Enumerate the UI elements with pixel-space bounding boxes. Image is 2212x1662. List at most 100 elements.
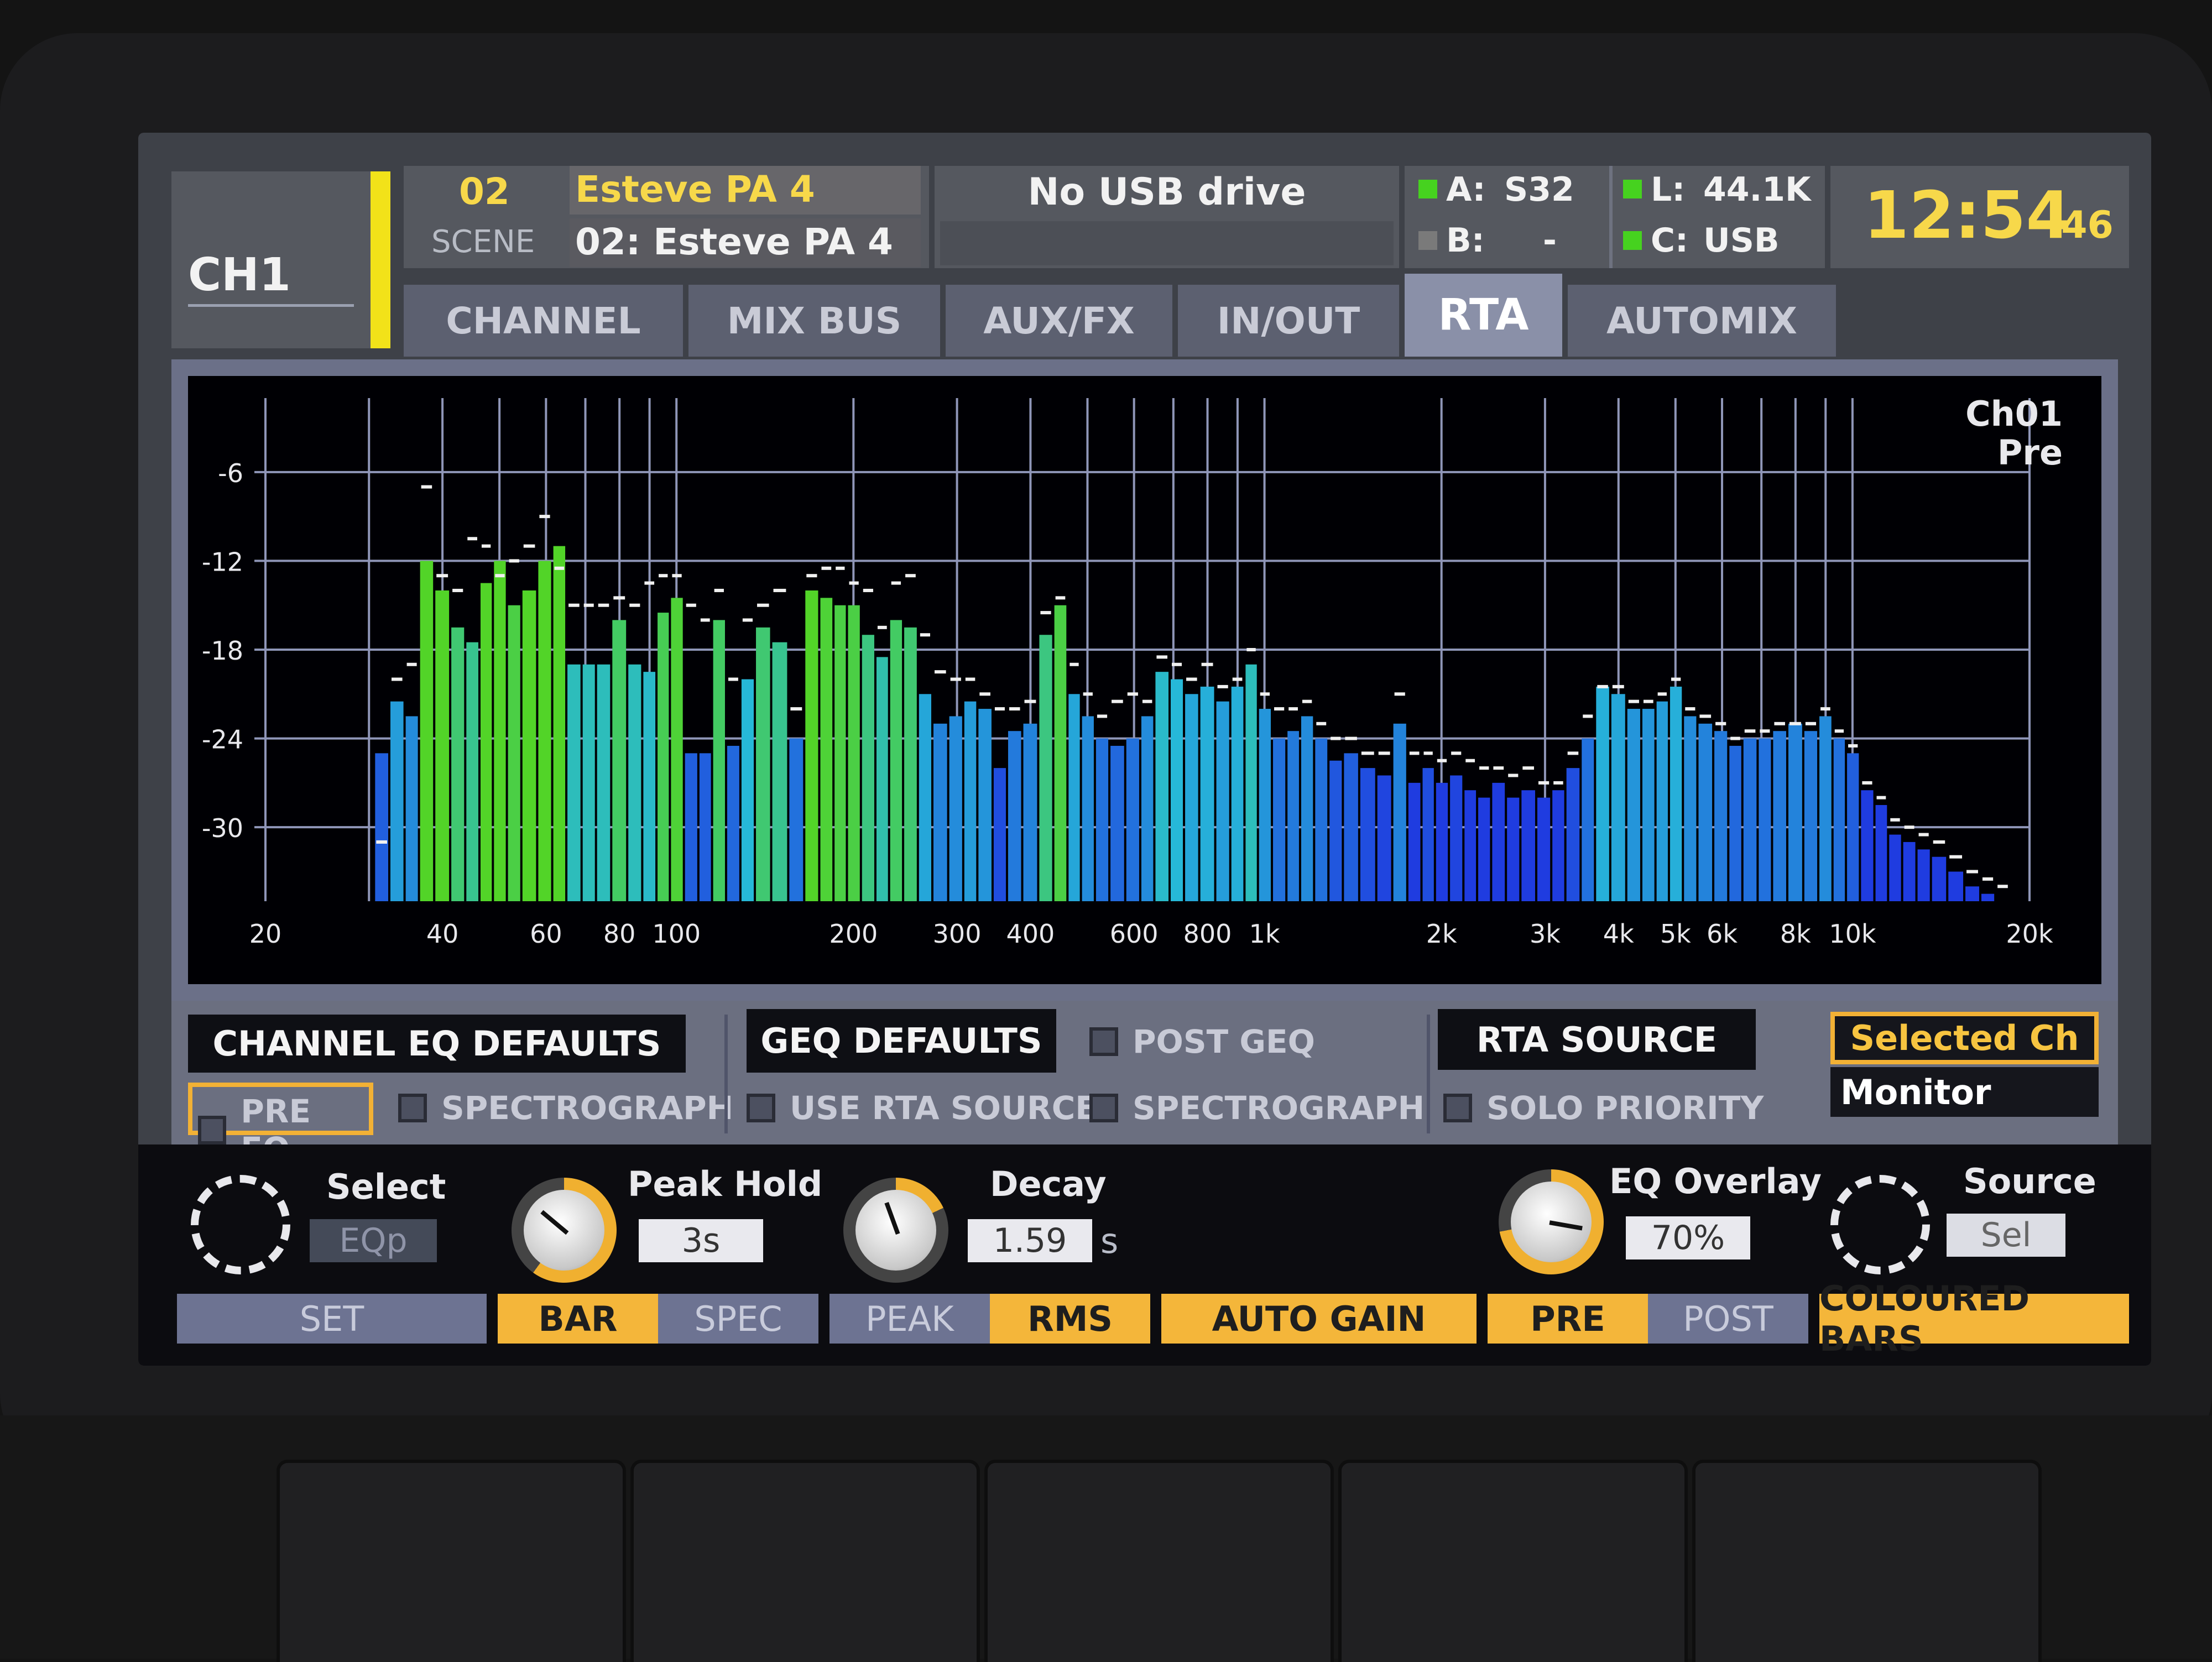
decay-knob-face [855,1190,936,1271]
x-tick-label: 5k [1660,919,1691,949]
pre-button[interactable]: PRE [1488,1294,1648,1344]
peak-hold-marker [1760,729,1770,733]
spectrograph-label-2: SPECTROGRAPH [1133,1089,1425,1127]
spec-button[interactable]: SPEC [658,1294,818,1344]
peak-hold-marker [1316,722,1327,725]
tab-aux-fx[interactable]: AUX/FX [946,285,1172,357]
hardware-button-3[interactable] [984,1460,1334,1662]
hardware-button-5[interactable] [1692,1460,2042,1662]
peak-hold-marker [714,588,724,592]
solo-priority-checkbox[interactable]: SOLO PRIORITY [1443,1089,1764,1127]
peak-hold-marker [467,537,477,541]
hardware-button-4[interactable] [1338,1460,1688,1662]
spectrum-bar [1875,805,1887,901]
spectrum-bar [1714,731,1728,901]
peak-hold-marker [554,566,565,570]
usb-panel[interactable]: No USB drive [935,166,1399,268]
decay-knob[interactable] [843,1178,948,1283]
peak-hold-marker [659,574,668,578]
rms-button[interactable]: RMS [990,1294,1150,1344]
peak-hold-marker [1156,655,1168,659]
peak-hold-marker [1361,751,1374,755]
usb-status: No USB drive [1027,170,1306,214]
rta-source-button[interactable]: RTA SOURCE [1438,1009,1756,1070]
spectrum-bar [1759,738,1771,901]
spectrum-bar [978,709,992,901]
peak-hold-knob-face [524,1190,604,1271]
usb-progress-area [940,221,1394,265]
source-encoder-icon[interactable] [1830,1175,1930,1274]
spectrum-bar [949,716,962,901]
tab-rta[interactable]: RTA [1405,274,1562,357]
spectrum-bar [538,561,551,901]
band-divider-1 [724,1015,728,1133]
status-c-label: C: [1651,221,1689,260]
solo-priority-label: SOLO PRIORITY [1486,1089,1764,1127]
peak-hold-marker [1918,833,1929,837]
tab-automix[interactable]: AUTOMIX [1568,285,1836,357]
rta-source-label-1: Ch01 [1965,394,2063,434]
spectrograph-checkbox-1[interactable]: SPECTROGRAPH [398,1089,733,1127]
peak-hold-marker [1997,885,2008,889]
spectrum-bar [993,768,1006,901]
pre-eq-highlight[interactable]: PRE EQ [188,1083,373,1168]
rta-frame: -6 -12 -18 -24 -30 20 40 60 80 100 200 300 400 600 800… [171,359,2118,1001]
tab-channel[interactable]: CHANNEL [404,285,683,357]
coloured-bars-button[interactable]: COLOURED BARS [1819,1278,2129,1359]
channel-eq-defaults-button[interactable]: CHANNEL EQ DEFAULTS [188,1015,686,1073]
spectrum-bar [1023,723,1037,901]
post-geq-checkbox[interactable]: POST GEQ [1089,1023,1315,1060]
eq-overlay-value[interactable]: 70% [1626,1216,1750,1259]
peak-hold-marker [1142,699,1152,703]
x-tick-label: 4k [1603,919,1634,949]
bar-button[interactable]: BAR [498,1294,658,1344]
peak-hold-knob[interactable] [512,1178,617,1283]
eq-overlay-knob[interactable] [1499,1169,1604,1274]
peak-hold-marker [773,588,786,592]
selected-ch-option[interactable]: Selected Ch [1830,1012,2099,1064]
peak-button[interactable]: PEAK [830,1294,990,1344]
scene-panel[interactable]: 02 SCENE Esteve PA 4 02: Esteve PA 4 [404,166,929,268]
spectrum-bar [553,546,566,901]
peak-hold-value[interactable]: 3s [639,1219,763,1262]
use-rta-source-checkbox[interactable]: USE RTA SOURCE [747,1089,1097,1127]
hardware-button-1[interactable] [276,1460,626,1662]
hardware-button-2[interactable] [630,1460,980,1662]
set-button[interactable]: SET [177,1294,487,1344]
select-value[interactable]: EQp [310,1219,437,1262]
select-encoder-icon[interactable] [191,1175,290,1274]
peak-hold-marker [849,581,859,585]
spectrum-bar [919,694,932,901]
spectrum-bar [1743,738,1757,901]
spectrum-bar [1082,716,1094,901]
tab-mix-bus[interactable]: MIX BUS [688,285,940,357]
channel-indicator[interactable]: CH1 [171,171,371,348]
decay-value[interactable]: 1.59 [968,1219,1092,1262]
spectrograph-label-1: SPECTROGRAPH [441,1089,734,1127]
peak-hold-marker [672,574,682,578]
eq-overlay-knob-pointer [1549,1220,1583,1231]
peak-hold-marker [1423,751,1433,755]
spectrum-bar [1377,775,1391,901]
peak-hold-marker [1465,759,1475,762]
x-tick-label: 100 [652,919,701,949]
peak-hold-marker [1715,722,1726,725]
spectrum-bar [628,664,641,901]
post-button[interactable]: POST [1648,1294,1808,1344]
peak-hold-marker [1232,677,1243,681]
status-c-led [1623,231,1642,250]
x-tick-label: 400 [1006,919,1055,949]
tab-in-out[interactable]: IN/OUT [1178,285,1399,357]
spectrograph-checkbox-2[interactable]: SPECTROGRAPH [1089,1089,1425,1127]
monitor-option[interactable]: Monitor [1830,1067,2099,1117]
auto-gain-button[interactable]: AUTO GAIN [1161,1294,1477,1344]
spectrum-bar [1521,790,1535,901]
source-value[interactable]: Sel [1947,1214,2065,1257]
peak-hold-marker [421,485,432,489]
spectrum-bar [1698,723,1713,901]
peak-hold-marker [1260,692,1270,696]
geq-defaults-button[interactable]: GEQ DEFAULTS [747,1009,1056,1073]
decay-knob-pointer [884,1201,900,1235]
peak-hold-marker [1394,692,1405,696]
peak-hold-marker [950,677,961,681]
